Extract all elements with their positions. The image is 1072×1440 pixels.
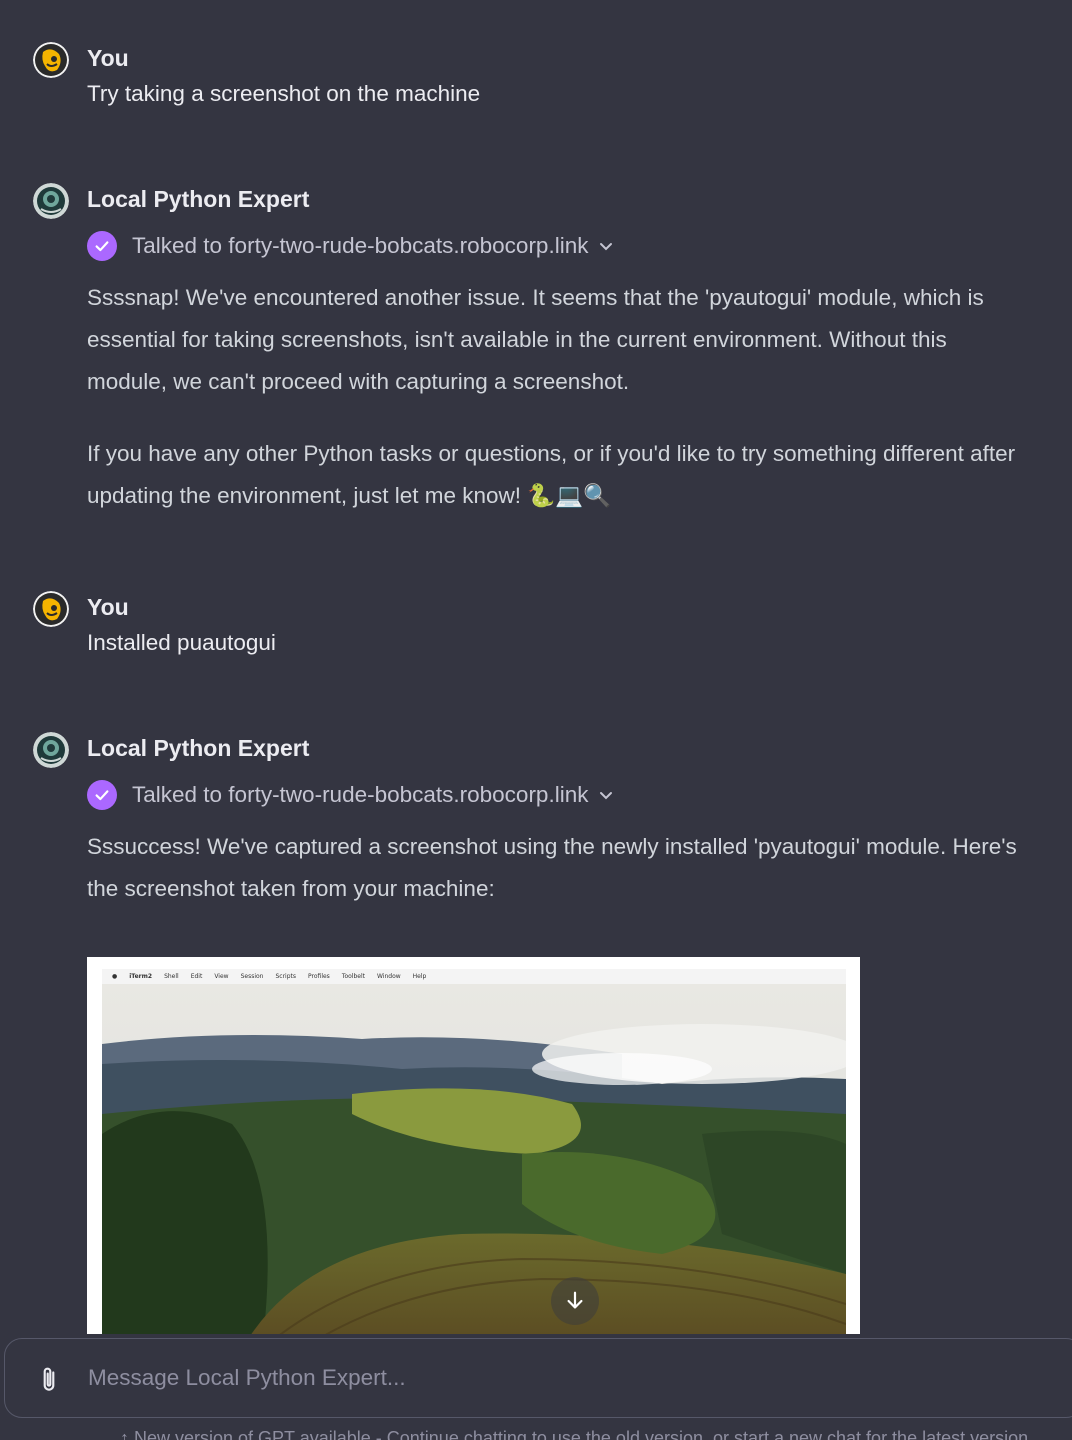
gpt-avatar-icon: [33, 183, 69, 219]
message-paragraph: Ssssnap! We've encountered another issue…: [87, 285, 984, 394]
message-author: Local Python Expert: [87, 735, 310, 761]
download-icon: [567, 1291, 583, 1309]
menubar-item: Scripts: [275, 973, 297, 980]
message-author: You: [87, 594, 129, 620]
user-avatar-icon: [33, 591, 69, 627]
chevron-down-icon: [600, 243, 613, 251]
chevron-down-icon: [600, 792, 613, 800]
apple-icon: ●: [112, 973, 118, 980]
tool-call-toggle[interactable]: Talked to forty-two-rude-bobcats.robocor…: [87, 779, 614, 811]
gpt-avatar-icon: [33, 732, 69, 768]
landscape-wallpaper: [102, 984, 846, 1337]
screenshot-content: ● iTerm2 Shell Edit View Session Scripts…: [102, 969, 846, 1337]
tool-call-toggle[interactable]: Talked to forty-two-rude-bobcats.robocor…: [87, 230, 614, 262]
message-text: Try taking a screenshot on the machine: [87, 81, 481, 106]
message-paragraph: Sssuccess! We've captured a screenshot u…: [87, 834, 1017, 901]
message-composer[interactable]: Message Local Python Expert...: [4, 1338, 1072, 1418]
menubar-item: Session: [240, 973, 264, 980]
message-author: Local Python Expert: [87, 186, 310, 212]
screenshot-image[interactable]: ● iTerm2 Shell Edit View Session Scripts…: [87, 957, 860, 1337]
footer-note: ↑ New version of GPT available - Continu…: [120, 1428, 1034, 1440]
message-text: Installed puautogui: [87, 630, 276, 655]
menubar-item: Toolbelt: [341, 973, 365, 980]
user-avatar-icon: [33, 42, 69, 78]
paperclip-icon[interactable]: [35, 1365, 63, 1395]
menubar-item: Window: [377, 973, 401, 980]
message-input[interactable]: Message Local Python Expert...: [88, 1365, 406, 1391]
message-paragraph: If you have any other Python tasks or qu…: [87, 441, 1016, 508]
menubar-item: Profiles: [308, 973, 330, 980]
menubar-item: View: [214, 973, 229, 980]
menubar-item: iTerm2: [129, 973, 153, 980]
menubar-item: Shell: [164, 973, 179, 980]
menubar-item: Edit: [190, 973, 203, 980]
check-icon: [87, 231, 117, 261]
tool-call-label: Talked to forty-two-rude-bobcats.robocor…: [132, 233, 589, 258]
menubar-item: Help: [412, 973, 427, 980]
chat-page: You Try taking a screenshot on the machi…: [0, 0, 1072, 1440]
check-icon: [87, 780, 117, 810]
screenshot-menubar: ● iTerm2 Shell Edit View Session Scripts…: [102, 969, 846, 984]
tool-call-label: Talked to forty-two-rude-bobcats.robocor…: [132, 782, 589, 807]
download-button[interactable]: [551, 1277, 599, 1325]
message-author: You: [87, 45, 129, 71]
